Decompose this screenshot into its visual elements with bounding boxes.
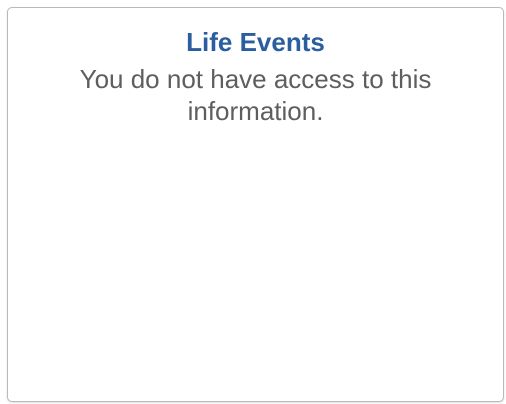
access-denied-message: You do not have access to this informati… <box>79 64 432 126</box>
life-events-tile[interactable]: Life Events You do not have access to th… <box>7 7 504 402</box>
tile-title: Life Events <box>186 27 325 57</box>
